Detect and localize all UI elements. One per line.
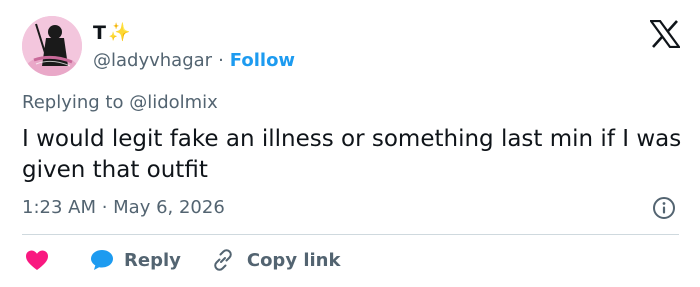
sparkle-emoji-icon: ✨ (107, 22, 131, 43)
reply-label: Reply (124, 249, 181, 271)
tweet-actions: Reply Copy link (24, 246, 340, 274)
avatar[interactable] (22, 16, 82, 76)
divider (22, 234, 679, 235)
x-logo-icon[interactable] (650, 20, 680, 48)
author-display-name[interactable]: T (93, 21, 106, 45)
avatar-image (22, 16, 82, 76)
author-handle-row: @ladyvhagar · Follow (93, 48, 295, 72)
follow-button[interactable]: Follow (230, 50, 295, 71)
author-handle[interactable]: @ladyvhagar (93, 50, 212, 71)
heart-icon[interactable] (24, 248, 50, 272)
info-icon[interactable] (652, 196, 676, 220)
separator-dot: · (218, 49, 224, 71)
speech-bubble-icon (91, 250, 113, 270)
copy-link-label: Copy link (246, 249, 341, 271)
copy-link-button[interactable]: Copy link (211, 248, 341, 272)
tweet-timestamp[interactable]: 1:23 AM · May 6, 2026 (22, 197, 225, 218)
author-name-row: T ✨ (93, 20, 130, 46)
link-icon (214, 249, 232, 271)
reply-button[interactable]: Reply (90, 249, 181, 271)
tweet-text: I would legit fake an illness or somethi… (22, 126, 682, 183)
replying-to-label[interactable]: Replying to @lidolmix (22, 92, 218, 113)
